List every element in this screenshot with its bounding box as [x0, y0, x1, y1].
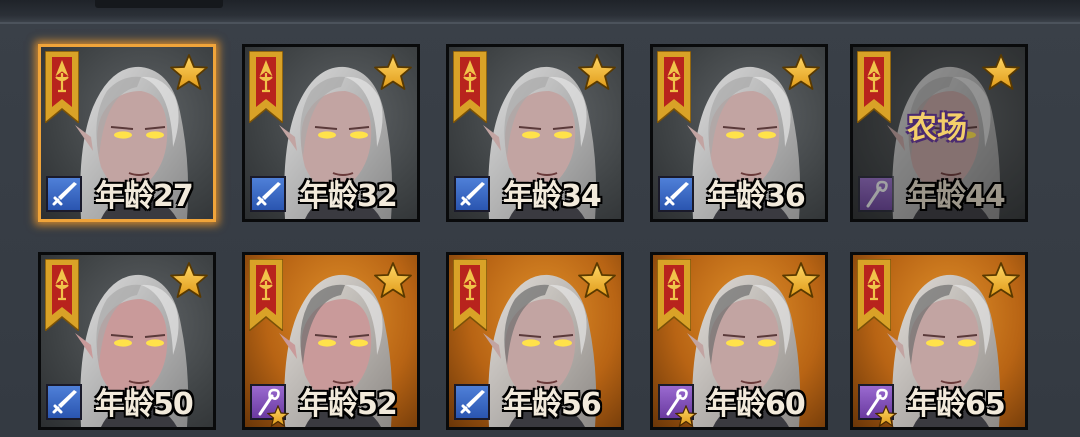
class-badge — [858, 176, 894, 212]
faction-banner-icon — [453, 51, 487, 123]
faction-banner-icon — [249, 259, 283, 331]
faction-banner-icon — [453, 259, 487, 331]
star-icon — [982, 54, 1020, 90]
character-card[interactable]: 年龄56 — [446, 252, 624, 430]
star-icon — [982, 262, 1020, 298]
age-label: 年龄34 — [503, 179, 602, 214]
faction-banner-icon — [657, 259, 691, 331]
star-icon — [578, 262, 616, 298]
character-grid: 年龄27 年龄32 年龄34 年龄36 年龄44 农场 年龄50 年龄52 年龄… — [0, 0, 1080, 437]
age-label: 年龄44 — [907, 179, 1006, 214]
star-icon — [782, 54, 820, 90]
class-badge — [46, 384, 82, 420]
faction-banner-icon — [857, 51, 891, 123]
faction-banner-icon — [45, 259, 79, 331]
sword-icon — [52, 182, 77, 206]
class-badge — [454, 176, 490, 212]
character-card[interactable]: 年龄65 — [850, 252, 1028, 430]
character-card[interactable]: 年龄60 — [650, 252, 828, 430]
star-icon — [374, 262, 412, 298]
class-badge — [250, 176, 286, 212]
character-card[interactable]: 年龄32 — [242, 44, 420, 222]
character-card[interactable]: 年龄50 — [38, 252, 216, 430]
age-label: 年龄65 — [907, 387, 1006, 422]
age-label: 年龄60 — [707, 387, 806, 422]
age-label: 年龄36 — [707, 179, 806, 214]
sword-icon — [460, 390, 485, 414]
star-icon — [578, 54, 616, 90]
age-label: 年龄27 — [95, 179, 194, 214]
character-card[interactable]: 年龄44 农场 — [850, 44, 1028, 222]
age-label: 年龄52 — [299, 387, 398, 422]
character-card[interactable]: 年龄34 — [446, 44, 624, 222]
age-label: 年龄32 — [299, 179, 398, 214]
class-badge — [46, 176, 82, 212]
faction-banner-icon — [657, 51, 691, 123]
class-badge — [454, 384, 490, 420]
age-label: 年龄50 — [95, 387, 194, 422]
age-label: 年龄56 — [503, 387, 602, 422]
character-card[interactable]: 年龄52 — [242, 252, 420, 430]
rank-star-icon — [875, 405, 897, 427]
sword-icon — [256, 182, 281, 206]
star-icon — [170, 262, 208, 298]
staff-icon — [866, 180, 888, 208]
class-badge — [658, 176, 694, 212]
star-icon — [170, 54, 208, 90]
sword-icon — [52, 390, 77, 414]
status-label: 农场 — [907, 111, 967, 146]
faction-banner-icon — [45, 51, 79, 123]
faction-banner-icon — [857, 259, 891, 331]
character-card[interactable]: 年龄27 — [38, 44, 216, 222]
rank-star-icon — [267, 405, 289, 427]
sword-icon — [460, 182, 485, 206]
sword-icon — [664, 182, 689, 206]
star-icon — [782, 262, 820, 298]
faction-banner-icon — [249, 51, 283, 123]
character-card[interactable]: 年龄36 — [650, 44, 828, 222]
rank-star-icon — [675, 405, 697, 427]
star-icon — [374, 54, 412, 90]
